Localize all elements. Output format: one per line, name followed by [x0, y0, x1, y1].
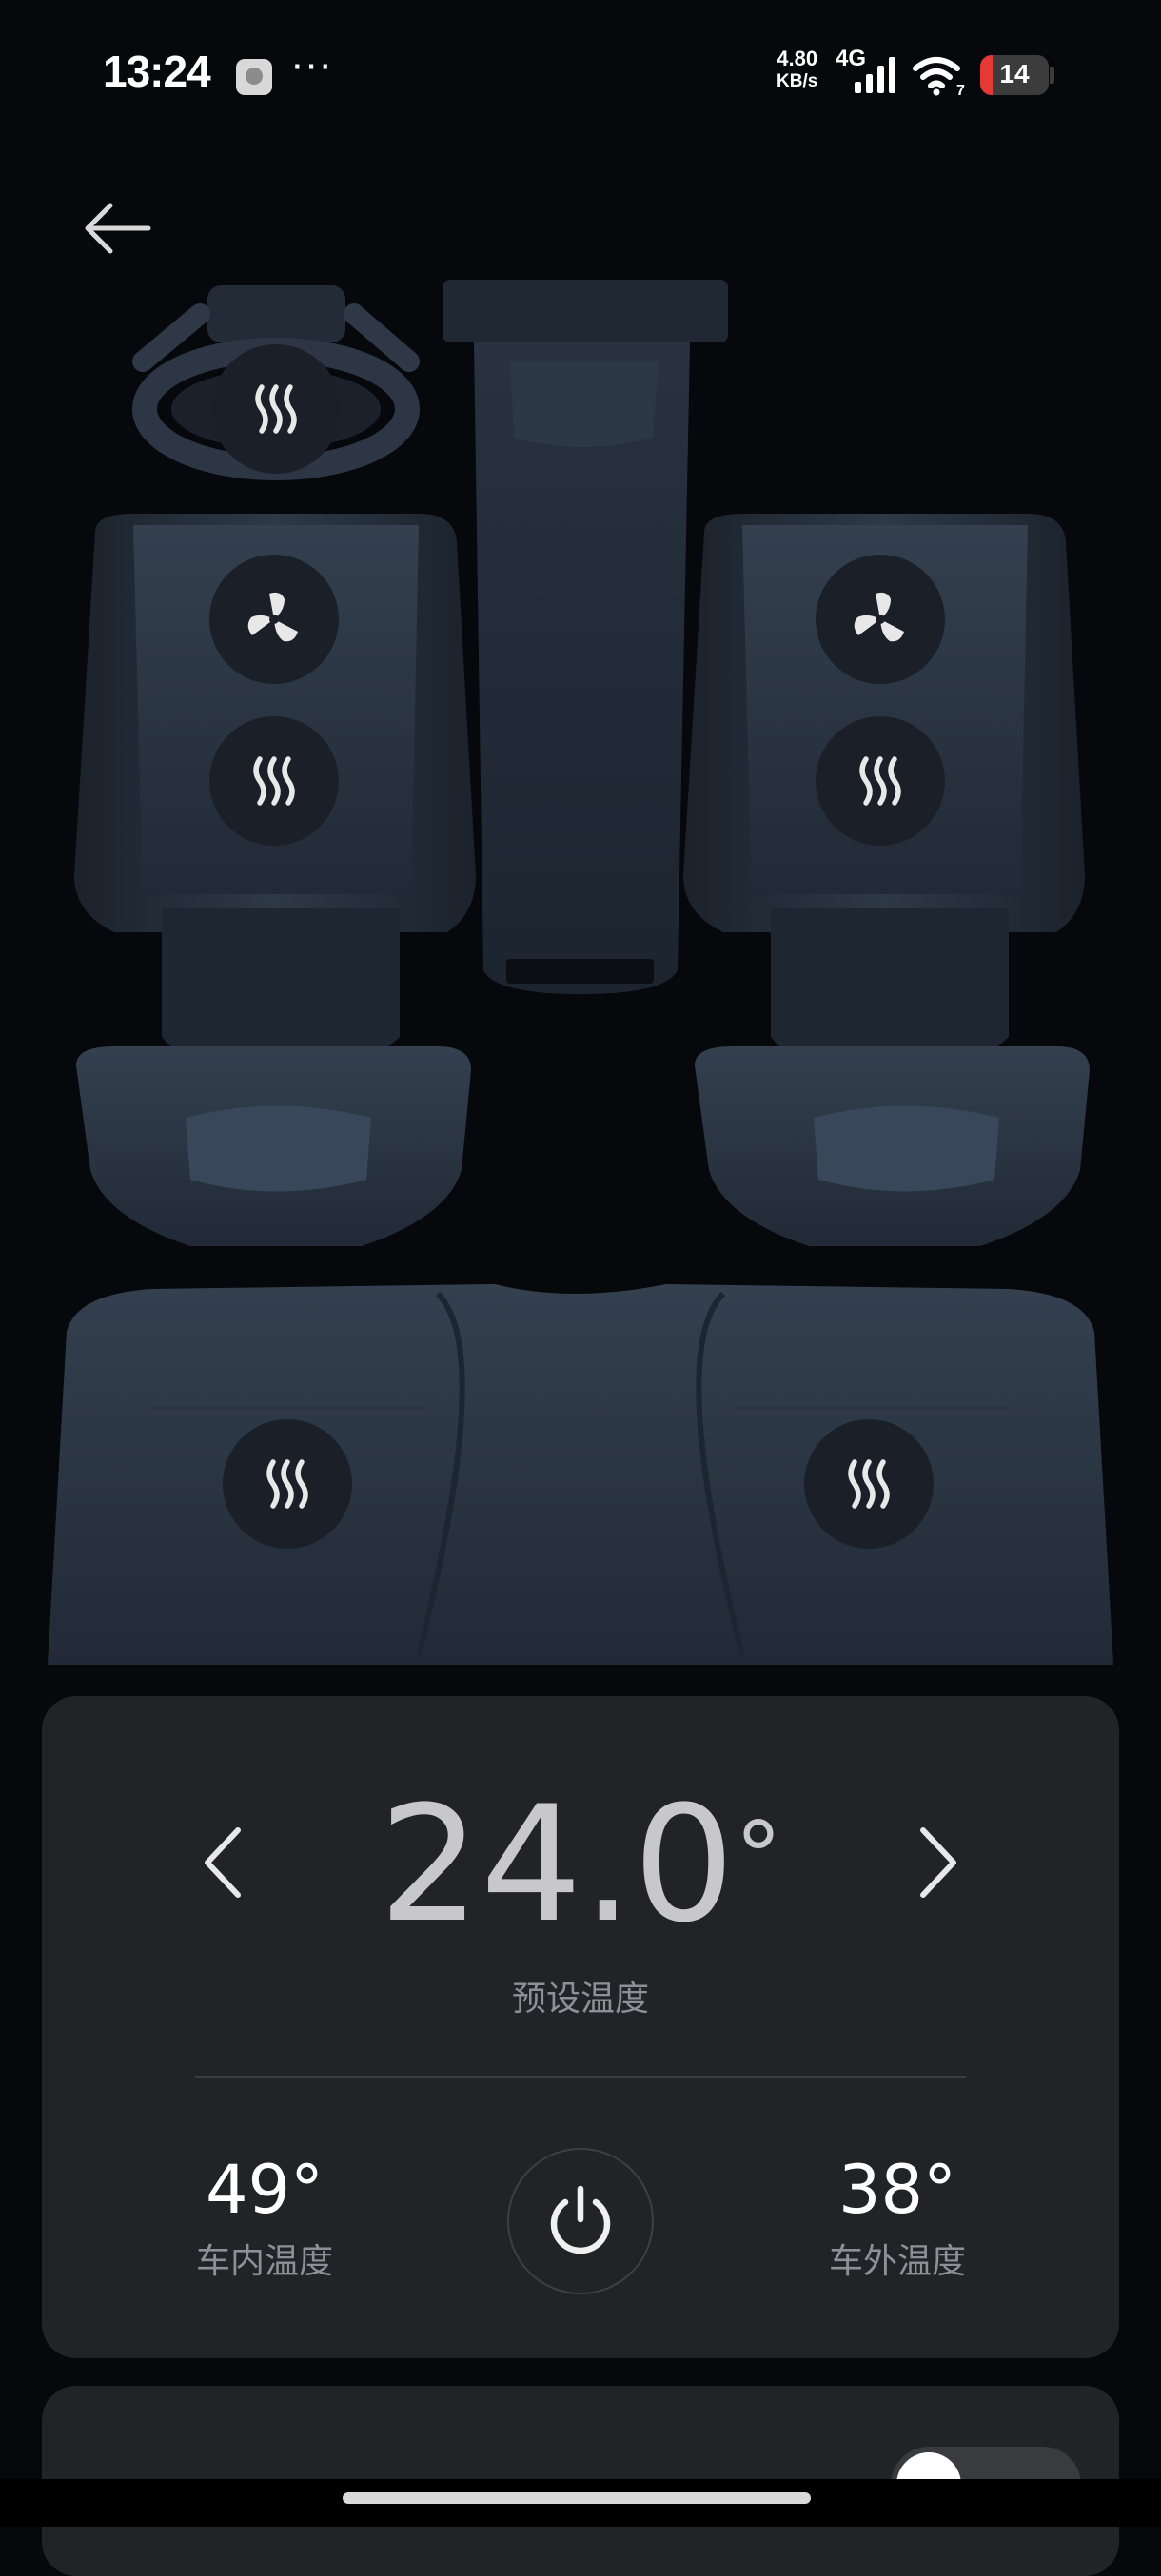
- heat-icon: [255, 384, 297, 434]
- card-divider: [195, 2076, 966, 2078]
- cell-signal-icon: [855, 57, 895, 93]
- passenger-seat-heat-button[interactable]: [816, 716, 945, 846]
- increase-temp-button[interactable]: [895, 1810, 980, 1915]
- battery-tip: [1050, 67, 1054, 84]
- passenger-seat-ventilation-button[interactable]: [816, 555, 945, 684]
- climate-power-button[interactable]: [507, 2148, 654, 2294]
- heat-icon: [253, 756, 295, 806]
- battery-indicator: 14: [980, 55, 1049, 95]
- preset-temperature-label: 预设温度: [511, 1980, 649, 2019]
- rear-right-seat-heat-button[interactable]: [804, 1419, 934, 1549]
- battery-percent: 14: [999, 59, 1030, 88]
- network-speed-unit: KB/s: [777, 71, 818, 91]
- app-notification-icon: [236, 59, 272, 95]
- heat-icon: [848, 1459, 890, 1509]
- steering-wheel-heat-button[interactable]: [211, 344, 341, 474]
- inside-temperature-label: 车内温度: [195, 2242, 333, 2281]
- outside-temperature: 38°: [837, 2151, 957, 2229]
- home-indicator[interactable]: [343, 2492, 811, 2504]
- chevron-right-icon: [920, 1827, 956, 1898]
- rear-left-seat-heat-button[interactable]: [223, 1419, 352, 1549]
- driver-seat-ventilation-button[interactable]: [209, 555, 339, 684]
- heat-icon: [266, 1459, 308, 1509]
- network-speed: 4.80 KB/s: [777, 48, 817, 93]
- back-arrow-icon[interactable]: [78, 198, 158, 259]
- car-interior-illustration: [48, 280, 1113, 1665]
- decrease-temp-button[interactable]: [181, 1810, 266, 1915]
- wifi-icon: 7: [913, 57, 965, 97]
- wifi-level: 7: [956, 83, 965, 97]
- heat-icon: [859, 756, 901, 806]
- chevron-left-icon: [205, 1827, 241, 1898]
- fan-icon: [247, 592, 298, 642]
- rear-bench-seat: [48, 1284, 1113, 1665]
- power-icon: [550, 2185, 611, 2254]
- status-time: 13:24: [103, 47, 211, 96]
- preset-temperature-value: 24.0: [378, 1771, 736, 1958]
- network-speed-value: 4.80: [777, 47, 818, 70]
- fan-icon: [854, 592, 904, 642]
- preset-temperature: 24.0°: [285, 1785, 876, 1944]
- driver-seat-heat-button[interactable]: [209, 716, 339, 846]
- more-notifications-icon: ···: [291, 46, 334, 89]
- degree-symbol: °: [735, 1801, 783, 1912]
- outside-temperature-label: 车外温度: [828, 2242, 966, 2281]
- inside-temperature: 49°: [205, 2151, 325, 2229]
